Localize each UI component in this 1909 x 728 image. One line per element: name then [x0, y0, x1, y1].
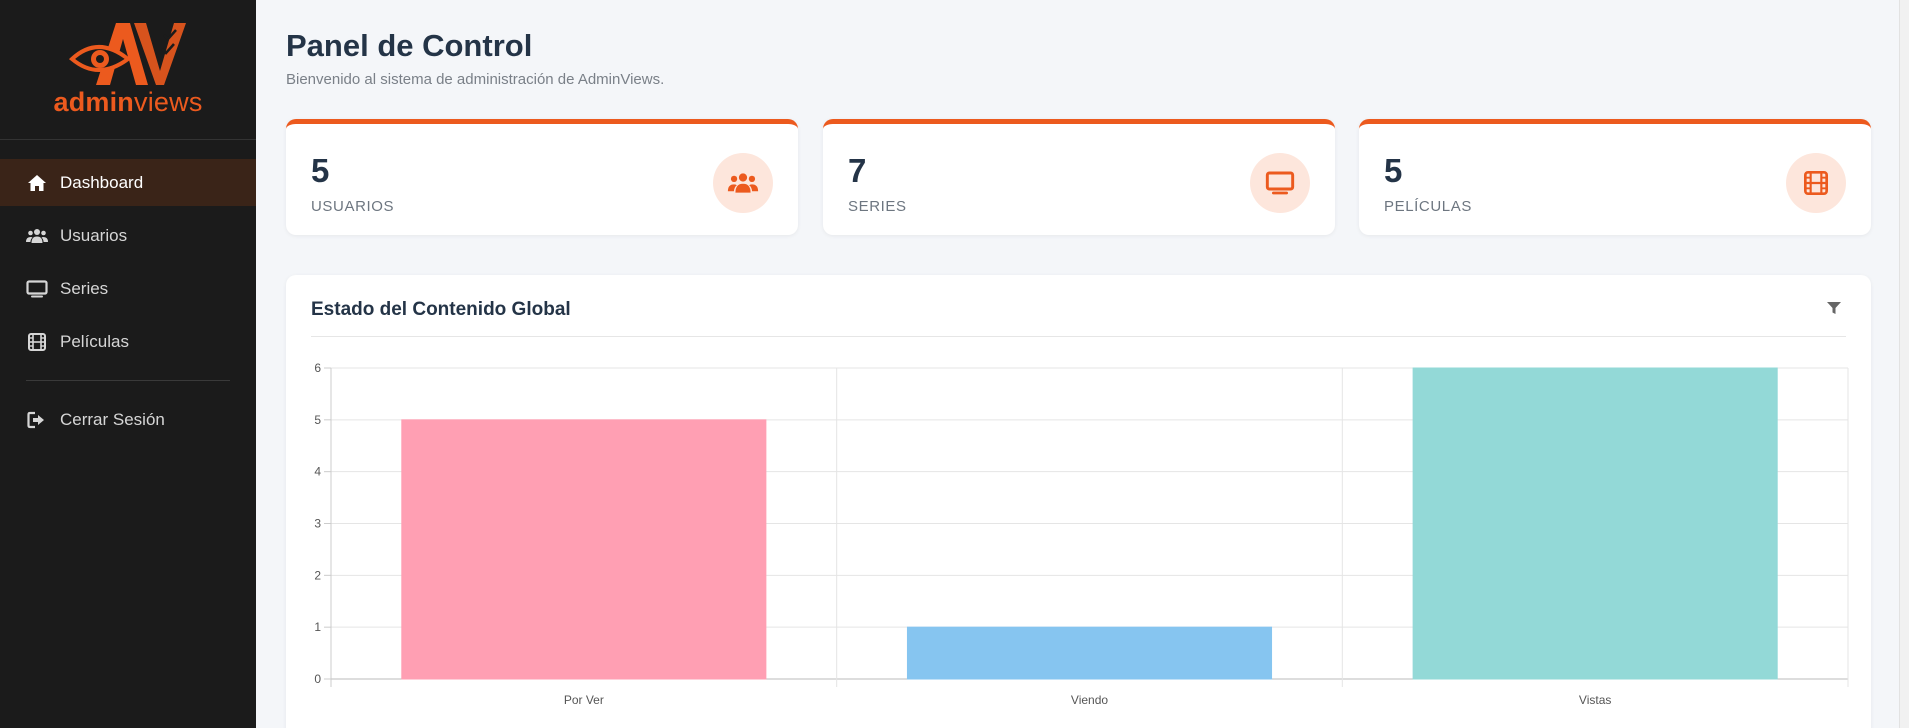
x-tick-label: Viendo	[1071, 693, 1108, 707]
stat-card-series: 7 SERIES	[823, 119, 1335, 235]
logout-label: Cerrar Sesión	[60, 409, 165, 429]
scrollbar[interactable]	[1899, 0, 1909, 728]
stat-label: USUARIOS	[311, 198, 395, 215]
sidebar-item-dashboard[interactable]: Dashboard	[0, 159, 256, 206]
users-icon	[713, 153, 773, 213]
sidebar-item-label: Películas	[60, 331, 129, 351]
main-content: Panel de Control Bienvenido al sistema d…	[256, 0, 1909, 728]
stat-label: PELÍCULAS	[1384, 198, 1472, 215]
stat-card-peliculas: 5 PELÍCULAS	[1359, 119, 1871, 235]
x-tick-label: Por Ver	[564, 693, 604, 707]
brand-logo[interactable]: adminviews	[0, 0, 256, 140]
bar-chart: 0 1 2 3 4 5 6 Por Ver Viendo Vistas	[314, 361, 1849, 707]
brand-name: adminviews	[53, 87, 202, 118]
y-tick-label: 5	[314, 413, 321, 427]
users-icon	[26, 225, 48, 247]
home-icon	[26, 172, 48, 194]
film-icon	[1786, 153, 1846, 213]
chart-card: Estado del Contenido Global 0 1 2 3 4 5 6 Por V…	[286, 275, 1871, 728]
tv-icon	[26, 278, 48, 300]
sidebar-nav: Dashboard Usuarios Series Películas Cerr…	[0, 140, 256, 443]
stat-value: 7	[848, 152, 867, 189]
y-tick-label: 2	[314, 568, 321, 582]
y-tick-label: 4	[314, 465, 321, 479]
brand-name-light: views	[134, 87, 203, 117]
bar-vistas	[1412, 367, 1778, 680]
y-tick-label: 3	[314, 517, 321, 531]
y-tick-label: 0	[314, 672, 321, 686]
bar-por-ver	[401, 419, 767, 680]
sidebar-item-peliculas[interactable]: Películas	[0, 318, 256, 365]
stat-value: 5	[311, 152, 330, 189]
y-tick-label: 6	[314, 361, 321, 375]
sidebar-item-series[interactable]: Series	[0, 265, 256, 312]
logout-icon	[26, 409, 48, 431]
film-icon	[26, 331, 48, 353]
brand-name-bold: admin	[53, 87, 134, 117]
sidebar-divider	[26, 380, 230, 381]
page-subtitle: Bienvenido al sistema de administración …	[286, 71, 665, 88]
logout-button[interactable]: Cerrar Sesión	[0, 396, 256, 443]
page-title: Panel de Control	[286, 28, 533, 63]
tv-icon	[1250, 153, 1310, 213]
bar-viendo	[906, 626, 1273, 680]
stat-card-usuarios: 5 USUARIOS	[286, 119, 798, 235]
sidebar: adminviews Dashboard Usuarios Series Pel…	[0, 0, 256, 728]
stat-label: SERIES	[848, 198, 907, 215]
y-tick-label: 1	[314, 620, 321, 634]
x-tick-label: Vistas	[1579, 693, 1611, 707]
stat-value: 5	[1384, 152, 1403, 189]
sidebar-item-label: Usuarios	[60, 225, 128, 245]
sidebar-item-usuarios[interactable]: Usuarios	[0, 212, 256, 259]
logo-eye-icon	[68, 23, 186, 85]
sidebar-item-label: Series	[60, 278, 109, 298]
sidebar-item-label: Dashboard	[60, 172, 144, 192]
